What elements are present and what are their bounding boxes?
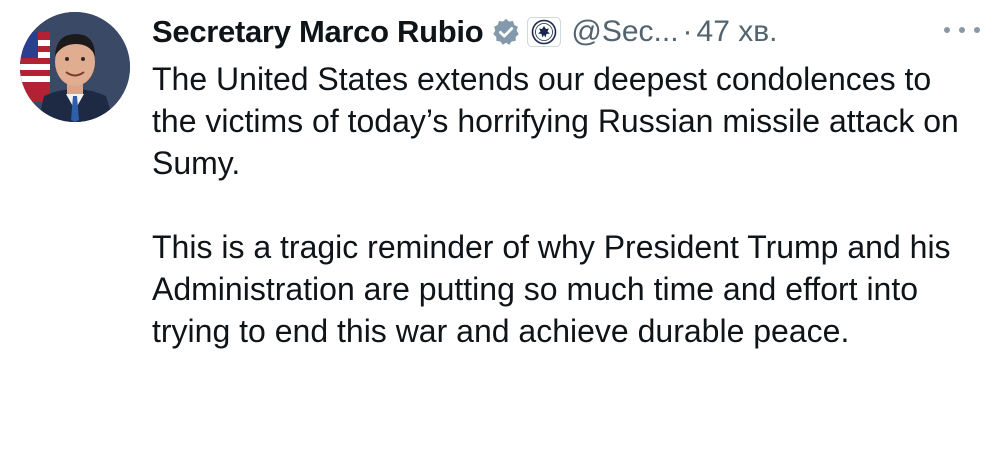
- author-display-name[interactable]: Secretary Marco Rubio: [152, 14, 484, 50]
- tweet-header: Secretary Marco Rubio @Sec... · 47 хв.: [152, 8, 778, 56]
- more-dot-icon: [959, 27, 965, 33]
- tweet-paragraph: This is a tragic reminder of why Preside…: [152, 229, 951, 349]
- state-department-seal-icon[interactable]: [527, 17, 562, 47]
- more-dot-icon: [974, 27, 980, 33]
- tweet-paragraph: The United States extends our deepest co…: [152, 61, 959, 181]
- more-dot-icon: [944, 27, 950, 33]
- verified-check-icon[interactable]: [491, 17, 521, 47]
- tweet-body: The United States extends our deepest co…: [152, 58, 982, 352]
- avatar[interactable]: [20, 12, 130, 122]
- author-handle[interactable]: @Sec...: [571, 15, 678, 49]
- separator-dot: ·: [682, 15, 693, 48]
- more-options-button[interactable]: [944, 20, 980, 40]
- avatar-photo: [20, 12, 130, 122]
- tweet-card: Secretary Marco Rubio @Sec... · 47 хв. T…: [0, 0, 1000, 450]
- tweet-timestamp[interactable]: 47 хв.: [697, 15, 778, 49]
